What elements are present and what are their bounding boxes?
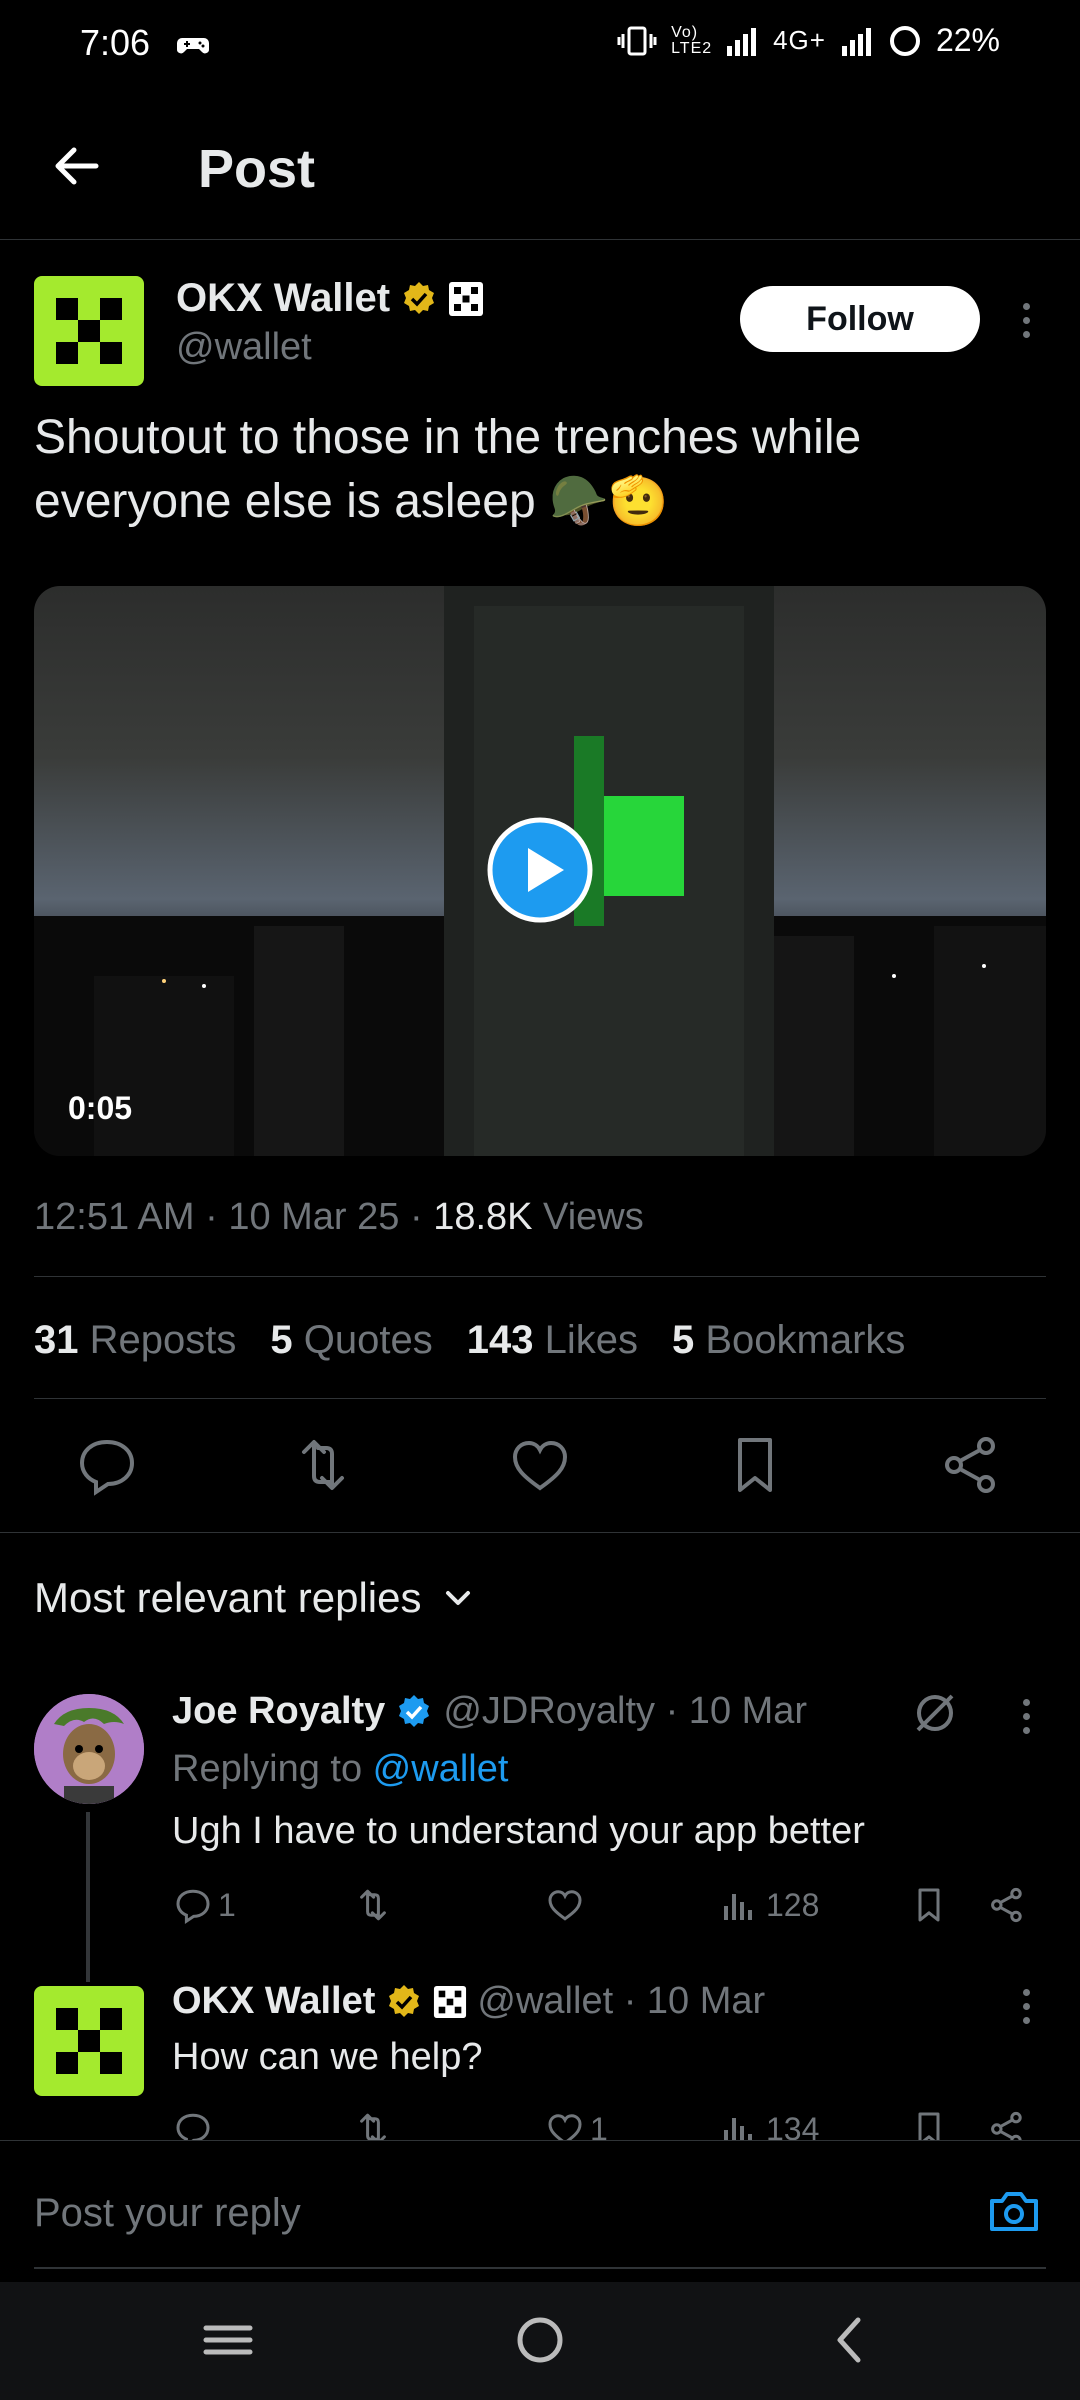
bookmark-icon [918, 2112, 940, 2140]
reply-avatar[interactable] [34, 1986, 144, 2096]
divider [0, 1532, 1080, 1533]
reply-text: How can we help? [172, 2036, 483, 2078]
replies-sort-dropdown[interactable]: Most relevant replies [34, 1574, 476, 1622]
status-right: Vo) LTE2 4G+ 22% [617, 22, 1000, 59]
reply-actions: 1 128 [172, 1884, 1032, 1934]
game-controller-icon [176, 38, 210, 54]
reply-reply-button[interactable] [172, 2108, 218, 2140]
share-icon [991, 2111, 1022, 2140]
reply-input[interactable]: Post your reply [34, 2191, 301, 2236]
reply-repost-button[interactable] [352, 1884, 398, 1926]
reply-icon[interactable] [72, 1430, 142, 1500]
recent-apps-icon[interactable] [198, 2310, 258, 2370]
author-handle[interactable]: @wallet [176, 326, 312, 369]
reply-reply-button[interactable]: 1 [172, 1884, 236, 1926]
reply-avatar[interactable] [34, 1694, 144, 1804]
verified-badge-icon [404, 281, 435, 314]
reply-repost-button[interactable] [352, 2108, 398, 2140]
reply-share-button[interactable] [986, 2108, 1028, 2140]
volte-label: Vo) LTE2 [671, 23, 713, 57]
reply-like-button[interactable]: 1 [544, 2108, 608, 2140]
post-more-icon[interactable] [1016, 290, 1036, 350]
author-avatar[interactable] [34, 276, 144, 386]
thread-line [86, 1812, 90, 1982]
grok-icon[interactable] [910, 1688, 960, 1738]
signal-icon-1 [727, 27, 757, 56]
status-bar: 7:06 Vo) LTE2 4G+ 22% [0, 0, 1080, 90]
affiliate-badge-icon [434, 1985, 467, 2018]
network-type: 4G+ [773, 25, 826, 55]
reply-views-button[interactable]: 128 [720, 1884, 819, 1926]
post-timestamp: 12:51 AM · 10 Mar 25 · 18.8K Views [34, 1196, 644, 1238]
reply-views-button[interactable]: 134 [720, 2108, 819, 2140]
like-icon [548, 1890, 582, 1921]
system-nav-bar [0, 2282, 1080, 2400]
views-chart-icon [724, 1894, 752, 1920]
reply-more-icon[interactable] [1016, 1686, 1036, 1746]
vibrate-icon [617, 26, 657, 55]
repost-icon [360, 2113, 386, 2140]
reply-text: Ugh I have to understand your app better [172, 1810, 865, 1852]
reply-bookmark-button[interactable] [908, 2108, 950, 2140]
stat-reposts[interactable]: 31 Reposts [34, 1318, 236, 1363]
replying-to: Replying to @wallet [172, 1748, 509, 1790]
divider [34, 1276, 1046, 1277]
composer-underline [34, 2267, 1046, 2269]
stat-bookmarks[interactable]: 5 Bookmarks [672, 1318, 905, 1363]
verified-badge-icon [399, 1694, 430, 1727]
like-icon [548, 2114, 582, 2140]
reply-actions: 1 134 [172, 2108, 1032, 2140]
reply-icon [176, 2113, 210, 2140]
views-count: 18.8K [433, 1196, 533, 1238]
status-time: 7:06 [80, 22, 151, 63]
share-icon [991, 1887, 1022, 1923]
home-icon[interactable] [510, 2310, 570, 2370]
reply-more-icon[interactable] [1016, 1976, 1036, 2036]
divider [34, 1398, 1046, 1399]
video-duration: 0:05 [68, 1090, 133, 1126]
views-chart-icon [724, 2118, 752, 2140]
post-stats: 31 Reposts 5 Quotes 143 Likes 5 Bookmark… [34, 1318, 905, 1363]
reply-author[interactable]: Joe Royalty @JDRoyalty · 10 Mar [172, 1690, 807, 1733]
back-icon[interactable] [820, 2310, 880, 2370]
reply-icon [176, 1889, 210, 1925]
reply-share-button[interactable] [986, 1884, 1028, 1926]
video-player[interactable]: 0:05 [34, 586, 1046, 1156]
battery-ring-icon [889, 25, 920, 56]
signal-icon-2 [841, 27, 871, 56]
bookmark-icon [918, 1888, 940, 1922]
bookmark-icon[interactable] [720, 1430, 790, 1500]
share-icon[interactable] [936, 1430, 1006, 1500]
post-text: Shoutout to those in the trenches while … [34, 411, 862, 528]
top-header: Post [0, 100, 1080, 240]
repost-icon [360, 1889, 386, 1921]
stat-quotes[interactable]: 5 Quotes [270, 1318, 432, 1363]
reply-author[interactable]: OKX Wallet @wallet · 10 Mar [172, 1980, 765, 2023]
back-arrow-icon[interactable] [40, 130, 112, 202]
chevron-down-icon [445, 1591, 470, 1605]
camera-icon[interactable] [986, 2183, 1042, 2239]
replying-to-link[interactable]: @wallet [373, 1748, 509, 1790]
repost-icon[interactable] [288, 1430, 358, 1500]
author-name[interactable]: OKX Wallet [176, 276, 484, 321]
battery-level: 22% [935, 22, 1000, 58]
reply-composer: Post your reply [0, 2140, 1080, 2280]
follow-button[interactable]: Follow [740, 286, 980, 352]
reply-bookmark-button[interactable] [908, 1884, 950, 1926]
like-icon[interactable] [505, 1430, 575, 1500]
verified-badge-icon [389, 1984, 420, 2017]
affiliate-badge-icon [449, 281, 484, 316]
play-button-icon[interactable] [486, 816, 594, 924]
stat-likes[interactable]: 143 Likes [467, 1318, 638, 1363]
post-actions [0, 1430, 1080, 1530]
ape-avatar-image [34, 1694, 144, 1804]
reply-like-button[interactable] [544, 1884, 590, 1926]
page-title: Post [198, 139, 316, 199]
